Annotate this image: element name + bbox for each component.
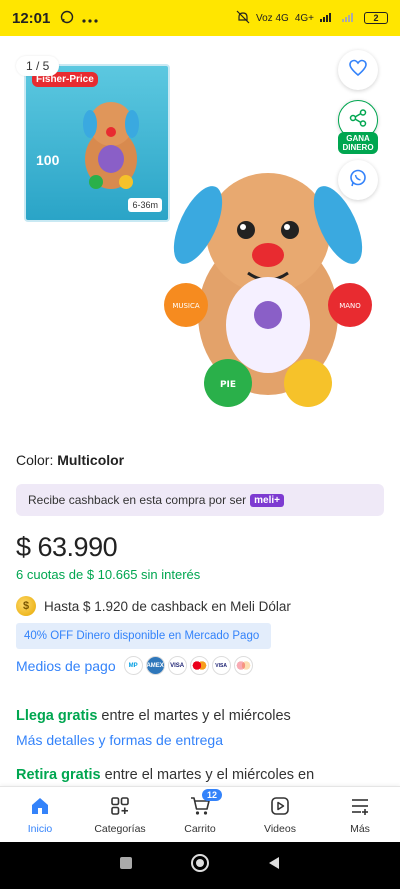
categories-icon: [109, 795, 131, 820]
product-gallery[interactable]: Fisher-Price 100 6-36m 1 / 5 GANA DINERO: [0, 50, 400, 430]
mute-icon: [236, 10, 250, 27]
svg-text:MANO: MANO: [339, 302, 361, 310]
installments-info: 6 cuotas de $ 10.665 sin interés: [16, 567, 201, 582]
heart-icon: [348, 58, 368, 83]
video-play-icon: [269, 795, 291, 820]
system-navigation-bar: [0, 842, 400, 889]
box-big-number: 100: [36, 152, 60, 168]
meli-dolar-cashback: $ Hasta $ 1.920 de cashback en Meli Dóla…: [16, 596, 291, 616]
delivery-info: Llega gratis entre el martes y el miérco…: [16, 708, 291, 724]
product-price: $ 63.990: [16, 532, 118, 562]
pickup-info: Retira gratis entre el martes y el miérc…: [16, 767, 315, 783]
payment-methods-label: Medios de pago: [16, 657, 116, 674]
box-puppy-image: [83, 102, 139, 189]
payment-cards: MP AMEX VISA MC VISA MC: [123, 656, 253, 675]
mercado-pago-discount-banner[interactable]: 40% OFF Dinero disponible en Mercado Pag…: [16, 623, 271, 649]
color-value: Multicolor: [57, 452, 125, 468]
signal-2-icon: [342, 12, 358, 25]
signal-icon: [320, 12, 336, 25]
nav-videos[interactable]: Videos: [240, 787, 320, 842]
amex-card-icon: AMEX: [145, 656, 165, 675]
box-age-label: 6-36m: [128, 198, 162, 212]
nav-carrito[interactable]: 12 Carrito: [160, 787, 240, 842]
favorite-button[interactable]: [338, 50, 378, 90]
home-icon: [29, 795, 51, 820]
product-box-image: Fisher-Price 100 6-36m: [24, 64, 170, 222]
svg-text:MUSICA: MUSICA: [172, 302, 200, 310]
color-selector: Color: Multicolor: [16, 452, 124, 468]
visa-card-icon: VISA: [167, 656, 187, 675]
home-button[interactable]: [190, 853, 210, 878]
recent-apps-button[interactable]: [118, 855, 134, 876]
color-label: Color:: [16, 452, 54, 468]
nav-categorias[interactable]: Categorías: [80, 787, 160, 842]
mastercard-icon: MC: [189, 656, 209, 675]
delivery-details-link[interactable]: Más detalles y formas de entrega: [16, 732, 223, 748]
network-label: 4G+: [294, 12, 314, 24]
status-bar: 12:01 Voz 4G 4G+ 2: [0, 0, 400, 36]
product-main-image: MUSICA MANO PIE: [164, 173, 372, 407]
cashback-text: Hasta $ 1.920 de cashback en Meli Dólar: [44, 598, 291, 614]
cashback-banner-text: Recibe cashback en esta compra por ser: [28, 493, 247, 507]
svg-text:PIE: PIE: [220, 380, 236, 390]
meli-dolar-coin-icon: $: [16, 596, 36, 616]
nav-inicio[interactable]: Inicio: [0, 787, 80, 842]
mercado-pago-card-icon: MP: [123, 656, 143, 675]
mastercard-debit-icon: MC: [233, 656, 253, 675]
more-notifications-icon: [82, 10, 98, 26]
status-time: 12:01: [12, 9, 51, 27]
bottom-navigation: Inicio Categorías 12 Carrito Videos Más: [0, 786, 400, 842]
meli-plus-cashback-banner[interactable]: Recibe cashback en esta compra por ser m…: [16, 484, 384, 516]
nav-mas[interactable]: Más: [320, 787, 400, 842]
battery-icon: 2: [364, 12, 388, 24]
back-button[interactable]: [266, 855, 282, 876]
visa-debit-card-icon: VISA: [211, 656, 231, 675]
share-icon: [348, 108, 368, 133]
image-counter: 1 / 5: [16, 56, 60, 76]
whatsapp-notification-icon: [60, 10, 74, 27]
earn-money-tag: GANA DINERO: [338, 132, 378, 154]
meli-plus-badge: meli+: [250, 493, 284, 507]
carrier-label: Voz 4G: [256, 12, 289, 24]
payment-methods-link[interactable]: Medios de pago MP AMEX VISA MC VISA MC: [16, 656, 253, 675]
menu-more-icon: [349, 795, 371, 820]
cart-count-badge: 12: [202, 789, 223, 801]
